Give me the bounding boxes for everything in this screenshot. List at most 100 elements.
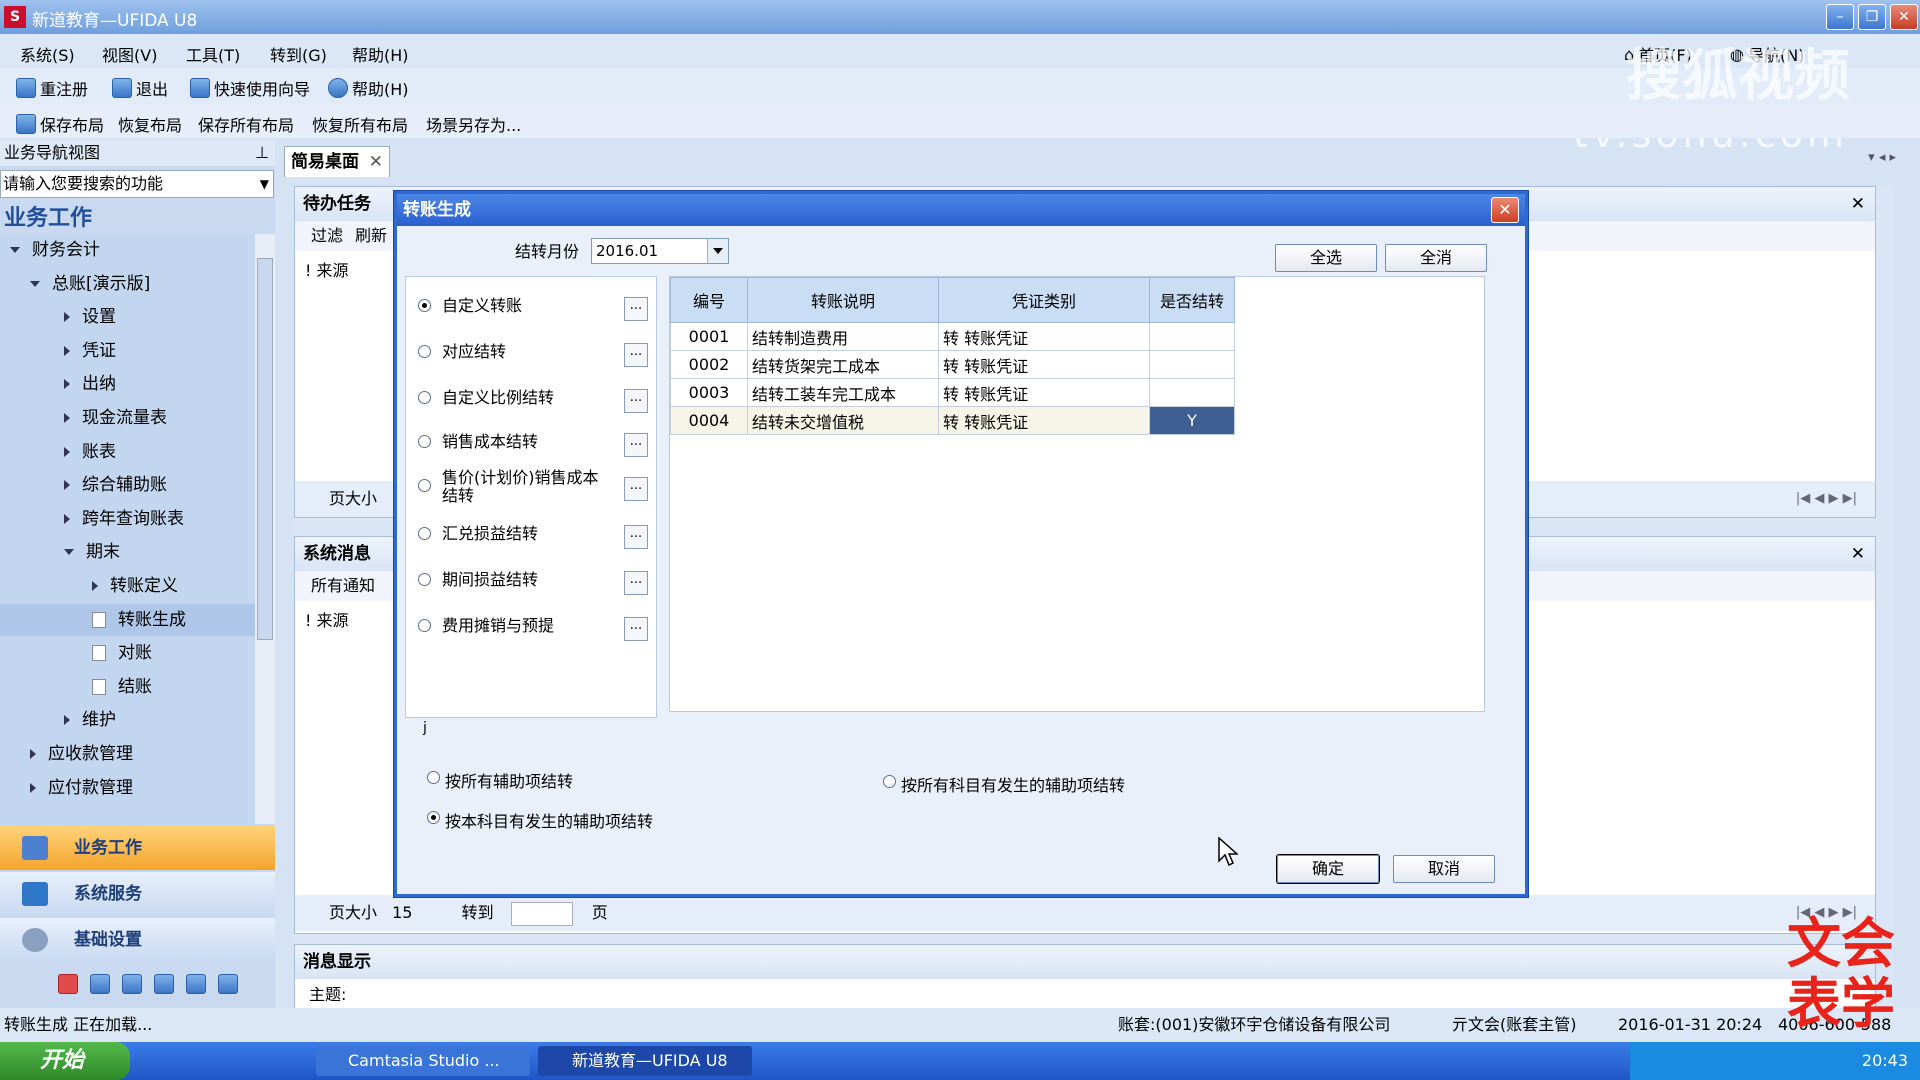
minimize-icon[interactable]: – [1826, 4, 1854, 30]
table-column-header[interactable]: 编号 [670, 277, 748, 323]
transfer-mode-define-button[interactable]: ... [624, 571, 648, 595]
table-row[interactable]: 0001 结转制造费用转 转账凭证 [670, 322, 1235, 351]
nav-tree-item[interactable]: 维护 [0, 704, 255, 736]
taskbar-u8[interactable]: 新道教育—UFIDA U8 [538, 1046, 752, 1076]
tab-simple-desktop[interactable]: 简易桌面 ✕ [284, 146, 390, 177]
nav-basic-settings-button[interactable]: 基础设置 [0, 918, 275, 962]
dialog-close-icon[interactable]: ✕ [1491, 197, 1519, 223]
nav-tree-item[interactable]: 账表 [0, 436, 255, 468]
pin-icon[interactable]: ⊥ [251, 140, 269, 166]
nav-business-work-button[interactable]: 业务工作 [0, 826, 275, 870]
relogin-button[interactable]: 重注册 [16, 76, 88, 100]
pager-arrows-icon[interactable]: |◀ ◀ ▶ ▶| [1796, 481, 1857, 517]
menu-view[interactable]: 视图(V) [102, 42, 157, 66]
nav-tree-item[interactable]: 设置 [0, 301, 255, 333]
transfer-mode-option[interactable]: 对应结转... [406, 339, 656, 379]
tree-icon[interactable] [154, 974, 174, 994]
nav-scroll-thumb[interactable] [257, 258, 273, 640]
transfer-mode-define-button[interactable]: ... [624, 433, 648, 457]
tab-nav-arrows-icon[interactable]: ▾ ◂ ▸ [1868, 150, 1896, 165]
sysmsg-goto-input[interactable] [510, 901, 573, 926]
paste-icon[interactable] [218, 974, 238, 994]
transfer-mode-option[interactable]: 费用摊销与预提... [406, 613, 656, 653]
taskbar-camtasia[interactable]: Camtasia Studio ... [316, 1046, 530, 1076]
table-row[interactable]: 0002 结转货架完工成本转 转账凭证 [670, 350, 1235, 379]
cancel-button[interactable]: 取消 [1393, 855, 1495, 883]
menu-help[interactable]: 帮助(H) [352, 42, 409, 66]
transfer-mode-define-button[interactable]: ... [624, 343, 648, 367]
menu-system[interactable]: 系统(S) [20, 42, 75, 66]
table-row[interactable]: 0003 结转工装车完工成本转 转账凭证 [670, 378, 1235, 407]
transfer-flag-cell[interactable]: Y [1149, 406, 1235, 435]
nav-tree-item[interactable]: 财务会计 [0, 234, 255, 266]
sysmsg-page-size-value[interactable]: 15 [392, 903, 412, 922]
sysmsg-filter-select[interactable]: 所有通知 [311, 576, 375, 595]
transfer-mode-radio[interactable] [418, 345, 431, 358]
transfer-mode-radio[interactable] [418, 619, 431, 632]
transfer-mode-define-button[interactable]: ... [624, 389, 648, 413]
transfer-flag-cell[interactable] [1149, 378, 1235, 407]
ok-button[interactable]: 确定 [1277, 855, 1379, 883]
transfer-mode-radio[interactable] [418, 391, 431, 404]
grid-icon[interactable] [122, 974, 142, 994]
transfer-mode-radio[interactable] [418, 479, 431, 492]
transfer-mode-option[interactable]: 售价(计划价)销售成本结转... [406, 469, 656, 513]
aux-option-all-radio[interactable] [427, 771, 440, 784]
table-column-header[interactable]: 是否结转 [1149, 277, 1235, 323]
panel-close-icon[interactable]: ✕ [1843, 537, 1865, 571]
todo-filter-button[interactable]: 过滤 [311, 226, 343, 245]
nav-tree-item[interactable]: 综合辅助账 [0, 469, 255, 501]
aux-option-this-subject-radio[interactable] [427, 811, 440, 824]
save-scene-button[interactable]: 场景另存为... [426, 112, 521, 136]
transfer-mode-option[interactable]: 自定义转账... [406, 293, 656, 333]
transfer-flag-cell[interactable] [1149, 322, 1235, 351]
close-icon[interactable]: ✕ [1890, 4, 1918, 30]
nav-scrollbar[interactable] [255, 234, 275, 824]
save-layout-button[interactable]: 保存布局 [16, 112, 104, 136]
transfer-mode-radio[interactable] [418, 435, 431, 448]
transfer-mode-define-button[interactable]: ... [624, 525, 648, 549]
chevron-down-icon[interactable] [707, 239, 728, 263]
save-all-layout-button[interactable]: 保存所有布局 [198, 112, 294, 136]
transfer-mode-option[interactable]: 自定义比例结转... [406, 385, 656, 425]
tab-close-icon[interactable]: ✕ [363, 147, 383, 177]
transfer-mode-option[interactable]: 期间损益结转... [406, 567, 656, 607]
todo-refresh-button[interactable]: 刷新 [355, 226, 387, 245]
aux-option-all-subjects-radio[interactable] [883, 775, 896, 788]
nav-tree-item[interactable]: 期末 [0, 536, 255, 568]
brush-icon[interactable] [90, 974, 110, 994]
nav-tree-item[interactable]: 出纳 [0, 368, 255, 400]
transfer-mode-define-button[interactable]: ... [624, 297, 648, 321]
quick-guide-button[interactable]: 快速使用向导 [190, 76, 310, 100]
nav-tree-item[interactable]: 应付款管理 [0, 772, 255, 804]
nav-tree-item[interactable]: 转账生成 [0, 603, 255, 636]
restore-layout-button[interactable]: 恢复布局 [118, 112, 182, 136]
copy-icon[interactable] [186, 974, 206, 994]
restore-all-layout-button[interactable]: 恢复所有布局 [312, 112, 408, 136]
nav-tree-item[interactable]: 凭证 [0, 335, 255, 367]
transfer-mode-option[interactable]: 汇兑损益结转... [406, 521, 656, 561]
nav-tree-item[interactable]: 对账 [0, 637, 255, 669]
table-column-header[interactable]: 凭证类别 [938, 277, 1150, 323]
table-row[interactable]: 0004 结转未交增值税转 转账凭证 Y [670, 406, 1235, 435]
nav-tree-item[interactable]: 跨年查询账表 [0, 503, 255, 535]
transfer-flag-cell[interactable] [1149, 350, 1235, 379]
exit-button[interactable]: 退出 [112, 76, 168, 100]
start-button[interactable]: 开始 [0, 1042, 130, 1080]
transfer-mode-radio[interactable] [418, 299, 431, 312]
help-button[interactable]: 帮助(H) [328, 76, 409, 100]
nav-tree-item[interactable]: 现金流量表 [0, 402, 255, 434]
chevron-down-icon[interactable]: ▼ [258, 171, 269, 197]
nav-tree-item[interactable]: 转账定义 [0, 570, 255, 602]
transfer-mode-define-button[interactable]: ... [624, 617, 648, 641]
nav-tree-item[interactable]: 结账 [0, 671, 255, 703]
deselect-all-button[interactable]: 全消 [1385, 244, 1487, 272]
panel-close-icon[interactable]: ✕ [1843, 187, 1865, 221]
nav-system-service-button[interactable]: 系统服务 [0, 872, 275, 916]
function-search-input[interactable]: 请输入您要搜索的功能 ▼ [0, 170, 274, 198]
transfer-mode-define-button[interactable]: ... [624, 477, 648, 501]
nav-tree-item[interactable]: 总账[演示版] [0, 268, 255, 300]
nav-tree-item[interactable]: 应收款管理 [0, 738, 255, 770]
transfer-mode-option[interactable]: 销售成本结转... [406, 429, 656, 469]
table-column-header[interactable]: 转账说明 [747, 277, 939, 323]
